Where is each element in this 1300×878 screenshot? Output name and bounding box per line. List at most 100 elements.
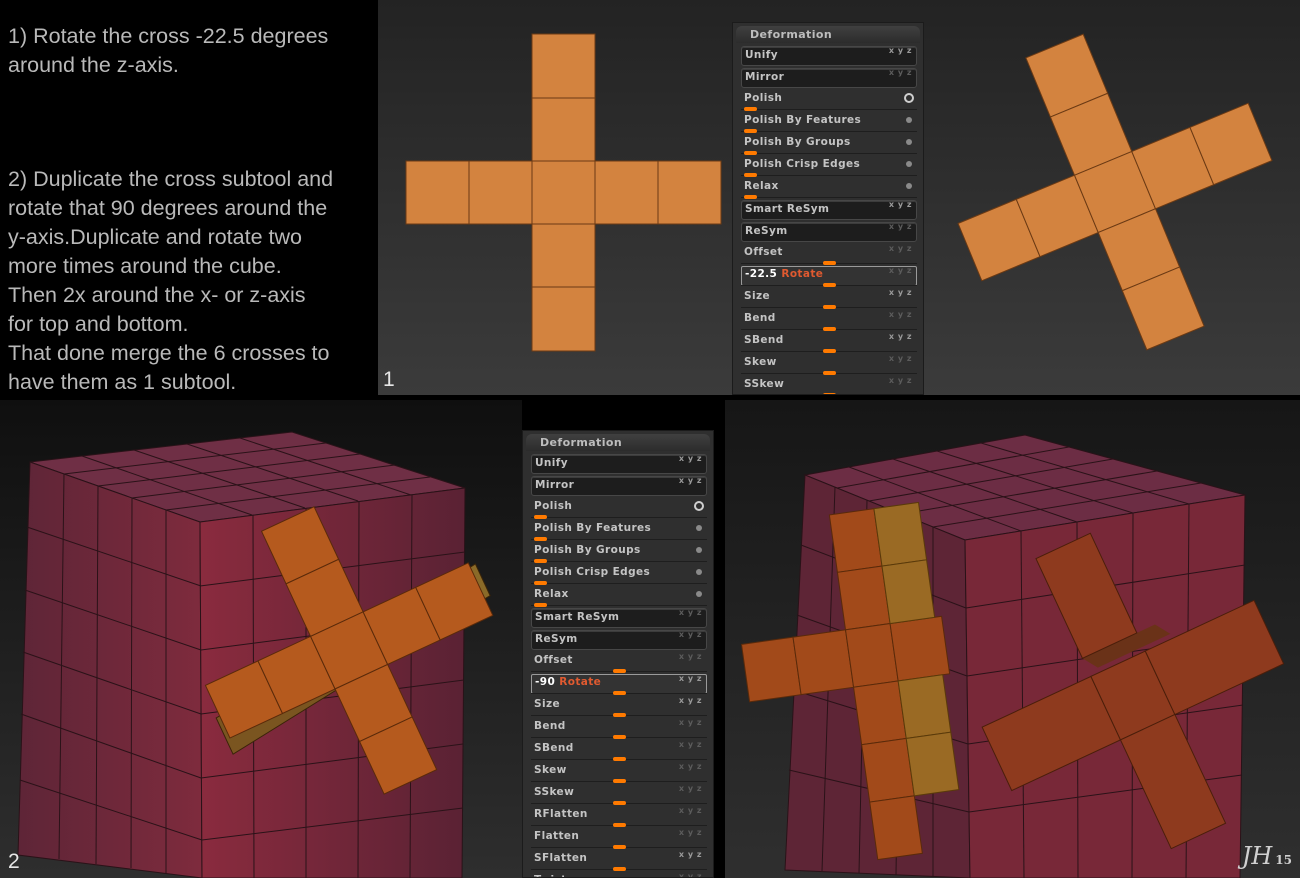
- polish-by-groups-slider-track[interactable]: [531, 559, 707, 563]
- polish-by-features-mode-icon[interactable]: [906, 117, 912, 123]
- size-axis-toggle[interactable]: x y z: [679, 696, 702, 705]
- polish-mode-icon[interactable]: [694, 501, 704, 511]
- polish-by-features-slider-track[interactable]: [741, 129, 917, 133]
- sskew-slider[interactable]: SSkew x y z: [531, 783, 707, 805]
- polish-slider[interactable]: Polish: [741, 89, 917, 111]
- rotate-slider-track[interactable]: [741, 283, 917, 287]
- polish-by-features-mode-icon[interactable]: [696, 525, 702, 531]
- rflatten-slider-track[interactable]: [531, 823, 707, 827]
- skew-slider[interactable]: Skew x y z: [531, 761, 707, 783]
- polish-crisp-edges-slider-track[interactable]: [741, 173, 917, 177]
- skew-axis-toggle[interactable]: x y z: [889, 354, 912, 363]
- unify-axis-toggle[interactable]: x y z: [889, 46, 912, 55]
- flatten-slider[interactable]: Flatten x y z: [531, 827, 707, 849]
- polish-crisp-edges-mode-icon[interactable]: [906, 161, 912, 167]
- sflatten-axis-toggle[interactable]: x y z: [679, 850, 702, 859]
- sskew-axis-toggle[interactable]: x y z: [679, 784, 702, 793]
- relax-slider-track[interactable]: [741, 195, 917, 199]
- sbend-slider-track[interactable]: [531, 757, 707, 761]
- unify-button[interactable]: Unify x y z: [741, 45, 917, 67]
- smart-resym-axis-toggle[interactable]: x y z: [889, 200, 912, 209]
- rotate-axis-toggle[interactable]: x y z: [889, 266, 912, 275]
- skew-slider-track[interactable]: [531, 779, 707, 783]
- relax-slider-track[interactable]: [531, 603, 707, 607]
- rotate-axis-toggle[interactable]: x y z: [679, 674, 702, 683]
- polish-mode-icon[interactable]: [904, 93, 914, 103]
- skew-slider[interactable]: Skew x y z: [741, 353, 917, 375]
- polish-by-groups-slider-track[interactable]: [741, 151, 917, 155]
- polish-crisp-edges-slider[interactable]: Polish Crisp Edges: [531, 563, 707, 585]
- bend-slider[interactable]: Bend x y z: [531, 717, 707, 739]
- mirror-button[interactable]: Mirror x y z: [531, 475, 707, 497]
- sskew-axis-toggle[interactable]: x y z: [889, 376, 912, 385]
- offset-slider[interactable]: Offset x y z: [741, 243, 917, 265]
- sflatten-slider[interactable]: SFlatten x y z: [531, 849, 707, 871]
- sflatten-slider-track[interactable]: [531, 867, 707, 871]
- offset-slider[interactable]: Offset x y z: [531, 651, 707, 673]
- polish-crisp-edges-slider[interactable]: Polish Crisp Edges: [741, 155, 917, 177]
- polish-by-features-slider-track[interactable]: [531, 537, 707, 541]
- mirror-axis-toggle[interactable]: x y z: [679, 476, 702, 485]
- bend-slider-track[interactable]: [531, 735, 707, 739]
- sskew-slider-track[interactable]: [531, 801, 707, 805]
- bend-axis-toggle[interactable]: x y z: [889, 310, 912, 319]
- mirror-axis-toggle[interactable]: x y z: [889, 68, 912, 77]
- bend-slider-track[interactable]: [741, 327, 917, 331]
- polish-by-groups-slider[interactable]: Polish By Groups: [741, 133, 917, 155]
- size-slider[interactable]: Size x y z: [531, 695, 707, 717]
- rflatten-slider[interactable]: RFlatten x y z: [531, 805, 707, 827]
- resym-axis-toggle[interactable]: x y z: [679, 630, 702, 639]
- polish-crisp-edges-slider-track[interactable]: [531, 581, 707, 585]
- flatten-slider-track[interactable]: [531, 845, 707, 849]
- sskew-slider[interactable]: SSkew x y z: [741, 375, 917, 394]
- polish-slider-track[interactable]: [741, 107, 917, 111]
- unify-axis-toggle[interactable]: x y z: [679, 454, 702, 463]
- bend-axis-toggle[interactable]: x y z: [679, 718, 702, 727]
- resym-button[interactable]: ReSym x y z: [531, 629, 707, 651]
- smart-resym-button[interactable]: Smart ReSym x y z: [741, 199, 917, 221]
- twist-axis-toggle[interactable]: x y z: [679, 872, 702, 877]
- offset-slider-track[interactable]: [741, 261, 917, 265]
- deformation-panel-title[interactable]: Deformation: [736, 26, 920, 43]
- mirror-button[interactable]: Mirror x y z: [741, 67, 917, 89]
- relax-mode-icon[interactable]: [696, 591, 702, 597]
- sbend-slider[interactable]: SBend x y z: [741, 331, 917, 353]
- bottom-left-viewport[interactable]: 2: [0, 400, 522, 878]
- skew-axis-toggle[interactable]: x y z: [679, 762, 702, 771]
- polish-by-groups-slider[interactable]: Polish By Groups: [531, 541, 707, 563]
- size-axis-toggle[interactable]: x y z: [889, 288, 912, 297]
- relax-mode-icon[interactable]: [906, 183, 912, 189]
- size-slider-track[interactable]: [531, 713, 707, 717]
- rotate-field[interactable]: -90 Rotate x y z: [531, 673, 707, 695]
- rflatten-axis-toggle[interactable]: x y z: [679, 806, 702, 815]
- sbend-axis-toggle[interactable]: x y z: [889, 332, 912, 341]
- sbend-slider-track[interactable]: [741, 349, 917, 353]
- sbend-slider[interactable]: SBend x y z: [531, 739, 707, 761]
- deformation-panel-title[interactable]: Deformation: [526, 434, 710, 451]
- resym-axis-toggle[interactable]: x y z: [889, 222, 912, 231]
- smart-resym-axis-toggle[interactable]: x y z: [679, 608, 702, 617]
- size-slider[interactable]: Size x y z: [741, 287, 917, 309]
- rotate-slider-track[interactable]: [531, 691, 707, 695]
- polish-by-groups-mode-icon[interactable]: [906, 139, 912, 145]
- relax-slider[interactable]: Relax: [531, 585, 707, 607]
- flatten-axis-toggle[interactable]: x y z: [679, 828, 702, 837]
- smart-resym-button[interactable]: Smart ReSym x y z: [531, 607, 707, 629]
- unify-button[interactable]: Unify x y z: [531, 453, 707, 475]
- bottom-right-viewport[interactable]: JH 15: [725, 400, 1300, 878]
- polish-by-features-slider[interactable]: Polish By Features: [531, 519, 707, 541]
- polish-crisp-edges-mode-icon[interactable]: [696, 569, 702, 575]
- relax-slider[interactable]: Relax: [741, 177, 917, 199]
- twist-slider[interactable]: Twist x y z: [531, 871, 707, 877]
- offset-axis-toggle[interactable]: x y z: [889, 244, 912, 253]
- offset-slider-track[interactable]: [531, 669, 707, 673]
- polish-by-features-slider[interactable]: Polish By Features: [741, 111, 917, 133]
- offset-axis-toggle[interactable]: x y z: [679, 652, 702, 661]
- resym-button[interactable]: ReSym x y z: [741, 221, 917, 243]
- polish-by-groups-mode-icon[interactable]: [696, 547, 702, 553]
- sskew-slider-knob[interactable]: [823, 393, 836, 394]
- bend-slider[interactable]: Bend x y z: [741, 309, 917, 331]
- skew-slider-track[interactable]: [741, 371, 917, 375]
- sbend-axis-toggle[interactable]: x y z: [679, 740, 702, 749]
- polish-slider-track[interactable]: [531, 515, 707, 519]
